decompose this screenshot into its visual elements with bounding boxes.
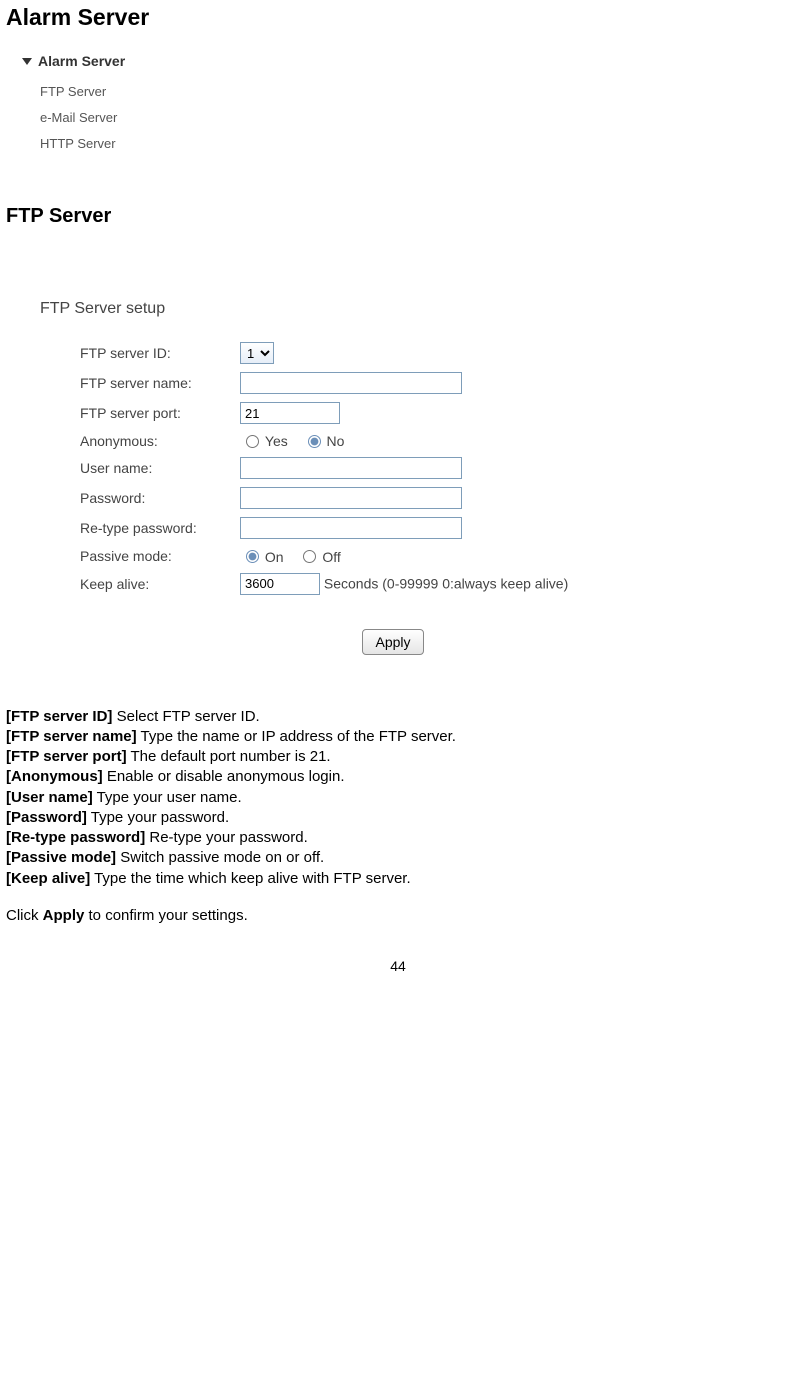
page-number: 44 [0,958,796,974]
nav-tree: Alarm Server FTP Server e-Mail Server HT… [22,53,796,157]
label-ftp-name: FTP server name: [76,370,236,396]
passive-on-radio[interactable] [246,550,259,563]
anon-yes-label: Yes [265,433,288,449]
desc-key: [Password] [6,809,87,826]
closing-line: Click Apply to confirm your settings. [6,907,796,924]
desc-key: [FTP server ID] [6,708,112,725]
desc-val: Re-type your password. [145,829,308,846]
anon-no-label: No [327,433,345,449]
description-list: [FTP server ID] Select FTP server ID. [F… [6,707,796,889]
desc-val: Type your password. [87,809,229,826]
nav-item-email[interactable]: e-Mail Server [40,105,796,131]
passive-off-label: Off [322,549,340,565]
desc-key: [FTP server name] [6,728,137,745]
keepalive-input[interactable] [240,573,320,595]
nav-item-ftp[interactable]: FTP Server [40,79,796,105]
sub-heading: FTP Server [0,199,796,228]
label-repass: Re-type password: [76,515,236,541]
anon-no-radio[interactable] [308,435,321,448]
label-ftp-port: FTP server port: [76,400,236,426]
passive-on-label: On [265,549,284,565]
desc-key: [Re-type password] [6,829,145,846]
desc-val: Select FTP server ID. [112,708,259,725]
desc-key: [Keep alive] [6,870,90,887]
desc-val: Switch passive mode on or off. [116,849,324,866]
desc-key: [FTP server port] [6,748,127,765]
anon-yes-radio[interactable] [246,435,259,448]
user-input[interactable] [240,457,462,479]
form-title: FTP Server setup [40,300,796,318]
label-anon: Anonymous: [76,430,236,451]
label-ftp-id: FTP server ID: [76,340,236,366]
nav-root-label: Alarm Server [38,53,125,69]
apply-button[interactable]: Apply [362,629,423,655]
nav-item-http[interactable]: HTTP Server [40,131,796,157]
ftp-name-input[interactable] [240,372,462,394]
main-heading: Alarm Server [0,0,796,31]
label-pass: Password: [76,485,236,511]
nav-root[interactable]: Alarm Server [22,53,796,69]
ftp-port-input[interactable] [240,402,340,424]
desc-key: [User name] [6,789,93,806]
label-user: User name: [76,455,236,481]
desc-val: The default port number is 21. [127,748,331,765]
desc-key: [Passive mode] [6,849,116,866]
caret-down-icon [22,58,32,65]
ftp-id-select[interactable]: 1 [240,342,274,364]
desc-val: Type your user name. [93,789,242,806]
ftp-form: FTP Server setup FTP server ID: 1 FTP se… [30,238,796,673]
label-keep: Keep alive: [76,571,236,597]
desc-val: Type the time which keep alive with FTP … [90,870,410,887]
desc-val: Type the name or IP address of the FTP s… [137,728,456,745]
desc-key: [Anonymous] [6,768,103,785]
label-passive: Passive mode: [76,545,236,566]
keepalive-hint: Seconds (0-99999 0:always keep alive) [324,575,568,591]
passive-off-radio[interactable] [303,550,316,563]
password-input[interactable] [240,487,462,509]
retype-password-input[interactable] [240,517,462,539]
desc-val: Enable or disable anonymous login. [103,768,345,785]
